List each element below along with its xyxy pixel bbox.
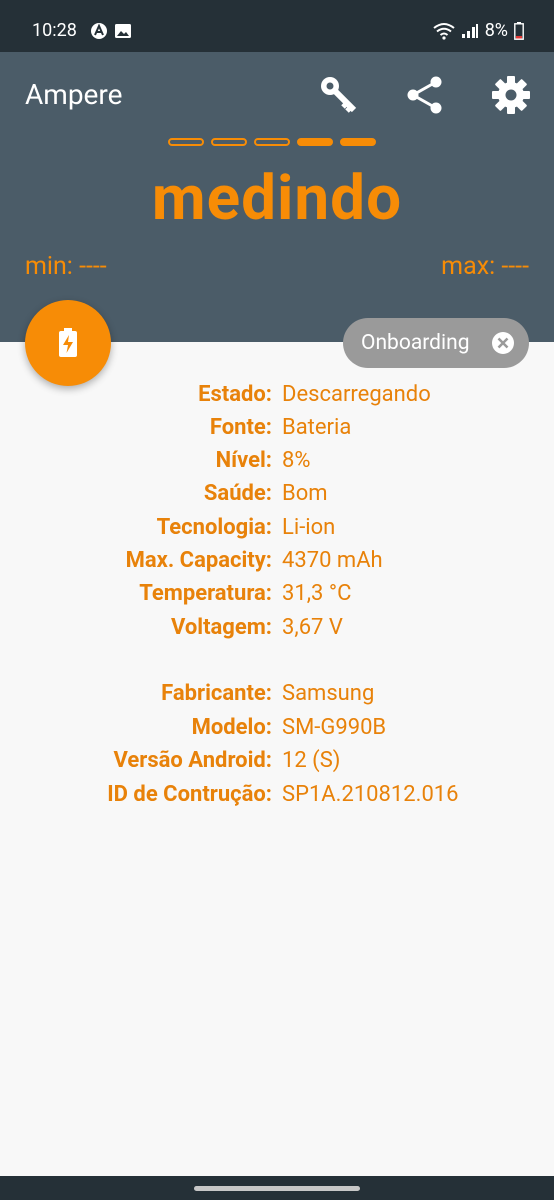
info-value: 3,67 V	[282, 615, 343, 640]
level-segment	[254, 138, 290, 146]
battery-fab-button[interactable]	[25, 300, 111, 386]
notification-a-icon	[91, 23, 107, 39]
info-label: Estado:	[198, 382, 272, 407]
battery-icon	[514, 21, 524, 40]
info-label: Tecnologia:	[156, 515, 272, 540]
device-value: 12 (S)	[282, 748, 341, 773]
device-value: SM-G990B	[282, 715, 387, 740]
signal-icon	[461, 23, 478, 38]
info-row: Voltagem: 3,67 V	[0, 615, 554, 648]
info-row: Temperatura: 31,3 °C	[0, 581, 554, 614]
info-row: Nível: 8%	[0, 448, 554, 481]
status-bar: 10:28 8%	[0, 0, 554, 52]
measuring-status: medindo	[151, 162, 403, 235]
navigation-bar	[0, 1176, 554, 1200]
level-segment	[297, 138, 333, 146]
info-value: Li-ion	[282, 515, 336, 540]
close-icon[interactable]	[491, 331, 515, 355]
app-header: Ampere medindo min: ---- max: ----	[0, 52, 554, 342]
info-value: 31,3 °C	[282, 581, 352, 606]
info-label: Fonte:	[209, 415, 272, 440]
info-label: Max. Capacity:	[125, 548, 272, 573]
device-row: Modelo: SM-G990B	[0, 715, 554, 748]
level-segment	[168, 138, 204, 146]
onboarding-chip[interactable]: Onboarding	[343, 318, 529, 368]
settings-gear-icon[interactable]	[490, 74, 532, 116]
min-value: min: ----	[25, 252, 107, 281]
info-row: Saúde: Bom	[0, 481, 554, 514]
level-segment	[340, 138, 376, 146]
info-value: 8%	[282, 448, 311, 473]
device-label: ID de Contrução:	[107, 782, 272, 807]
device-value: SP1A.210812.016	[282, 782, 459, 807]
device-row: Versão Android: 12 (S)	[0, 748, 554, 781]
gallery-icon	[115, 24, 131, 38]
onboarding-label: Onboarding	[361, 331, 470, 355]
battery-charging-icon	[59, 328, 77, 357]
level-segment	[211, 138, 247, 146]
share-icon[interactable]	[404, 74, 446, 116]
app-title: Ampere	[25, 78, 123, 111]
wifi-icon	[433, 22, 455, 40]
info-value: Bom	[282, 481, 328, 506]
level-indicator	[168, 138, 376, 146]
info-label: Nível:	[215, 448, 272, 473]
status-time: 10:28	[32, 20, 77, 41]
status-right: 8%	[433, 20, 524, 41]
info-value: Descarregando	[282, 382, 431, 407]
device-value: Samsung	[282, 681, 375, 706]
home-gesture-handle[interactable]	[194, 1186, 360, 1191]
device-row: ID de Contrução: SP1A.210812.016	[0, 782, 554, 815]
battery-percent: 8%	[484, 20, 508, 41]
max-value: max: ----	[441, 252, 529, 281]
device-label: Fabricante:	[161, 681, 272, 706]
info-row: Max. Capacity: 4370 mAh	[0, 548, 554, 581]
info-value: Bateria	[282, 415, 352, 440]
device-label: Modelo:	[191, 715, 272, 740]
device-row: Fabricante: Samsung	[0, 681, 554, 714]
info-row: Tecnologia: Li-ion	[0, 515, 554, 548]
info-label: Voltagem:	[170, 615, 272, 640]
info-label: Temperatura:	[139, 581, 272, 606]
info-row: Fonte: Bateria	[0, 415, 554, 448]
device-label: Versão Android:	[113, 748, 273, 773]
info-row: Estado: Descarregando	[0, 382, 554, 415]
info-label: Saúde:	[203, 481, 272, 506]
info-value: 4370 mAh	[282, 548, 383, 573]
key-icon[interactable]	[318, 74, 360, 116]
